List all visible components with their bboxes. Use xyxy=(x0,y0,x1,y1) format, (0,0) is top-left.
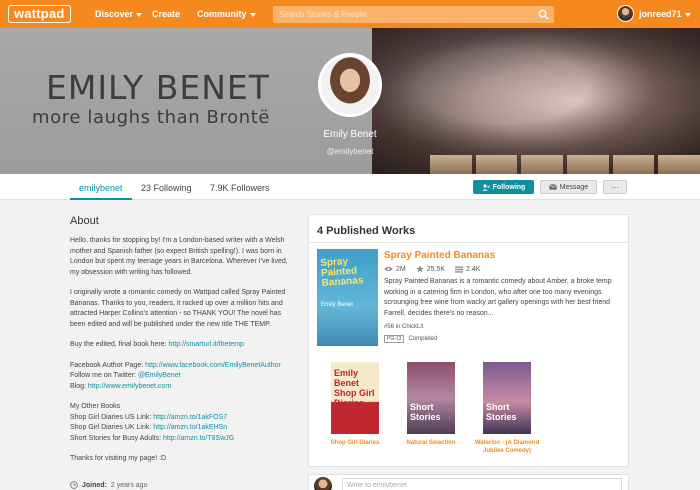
book-cover-title: Short Stories xyxy=(410,402,441,422)
book-cover: Short Stories xyxy=(407,362,455,434)
book-cover: Emily Benet Shop Girl Diaries xyxy=(331,362,379,434)
book-card[interactable]: Short Stories Waterloo - (A Diamond Jubi… xyxy=(473,362,541,455)
rating-badge: PG-13 xyxy=(384,335,405,343)
facebook-link[interactable]: http://www.facebook.com/EmilyBenetAuthor xyxy=(145,362,281,369)
clock-icon xyxy=(70,481,78,489)
featured-book-description: Spray Painted Bananas is a romantic come… xyxy=(384,278,612,317)
profile-handle: @emilybenet xyxy=(326,147,374,156)
book-cover: Short Stories xyxy=(483,362,531,434)
twitter-link[interactable]: @EmilyBenet xyxy=(138,372,181,379)
following-button[interactable]: Following xyxy=(473,180,534,194)
search-input[interactable] xyxy=(273,6,528,23)
star-icon xyxy=(415,265,424,273)
chevron-down-icon xyxy=(249,12,256,17)
user-menu[interactable]: jonreed71 xyxy=(639,9,691,19)
divider xyxy=(309,242,628,243)
eye-icon xyxy=(384,266,393,272)
uk-link[interactable]: http://amzn.to/1akEHSn xyxy=(153,424,227,431)
more-options-button[interactable]: ··· xyxy=(603,180,627,194)
envelope-icon xyxy=(548,184,557,190)
featured-book-meta: PG-13 Completed xyxy=(384,335,437,343)
parts-stat: 2.4K xyxy=(455,266,480,273)
chevron-down-icon xyxy=(136,12,143,17)
profile-name: Emily Benet xyxy=(323,129,377,140)
nav-community-label: Community xyxy=(197,9,247,19)
featured-cover-author: Emily Benet xyxy=(321,302,354,308)
book-cover-title: Short Stories xyxy=(486,402,517,422)
message-composer xyxy=(308,474,629,490)
featured-book-cover[interactable]: Spray Painted Bananas Emily Benet xyxy=(317,249,378,346)
list-icon xyxy=(455,266,464,273)
joined-value: 2 years ago xyxy=(110,481,148,489)
book-card[interactable]: Short Stories Natural Selection xyxy=(397,362,465,447)
reads-stat: 2M xyxy=(384,266,406,273)
votes-stat: 25.5K xyxy=(415,265,445,273)
book-title: Waterloo - (A Diamond Jubilee Comedy) xyxy=(474,440,540,454)
us-link[interactable]: http://amzn.to/1akFOS7 xyxy=(153,414,227,421)
works-heading: 4 Published Works xyxy=(317,225,416,237)
banner-tagline: more laughs than Brontë xyxy=(32,107,271,128)
book-title: Natural Selection xyxy=(406,440,456,446)
published-works-panel: 4 Published Works Spray Painted Bananas … xyxy=(308,214,629,467)
thanks-line: Thanks for visiting my page! :D xyxy=(70,455,167,462)
active-tab-indicator xyxy=(70,198,132,200)
about-paragraph: I originally wrote a romantic comedy on … xyxy=(70,289,286,328)
following-button-label: Following xyxy=(492,183,526,191)
top-navbar: wattpad Discover Create Community jonree… xyxy=(0,0,700,28)
social-links: Facebook Author Page: http://www.faceboo… xyxy=(70,361,281,390)
book-title: Shop Girl Diaries xyxy=(330,440,380,446)
nav-discover[interactable]: Discover xyxy=(95,9,143,19)
banner-title: EMILY BENET xyxy=(46,68,270,107)
book-cover-title: Emily Benet Shop Girl Diaries xyxy=(334,368,375,408)
featured-cover-title: Spray Painted Bananas xyxy=(319,256,364,289)
nav-community[interactable]: Community xyxy=(197,9,256,19)
book-card[interactable]: Emily Benet Shop Girl Diaries Shop Girl … xyxy=(321,362,389,447)
user-avatar[interactable] xyxy=(617,5,634,22)
username-label: jonreed71 xyxy=(639,9,682,19)
tab-followers[interactable]: 7.9K Followers xyxy=(210,183,270,193)
tab-following[interactable]: 23 Following xyxy=(141,183,192,193)
search-bar xyxy=(273,6,554,23)
profile-banner: EMILY BENET more laughs than Brontë Emil… xyxy=(0,28,700,174)
joined-info: Joined: 2 years ago xyxy=(70,481,147,489)
about-paragraph: Hello, thanks for stopping by! I'm a Lon… xyxy=(70,237,288,276)
blog-link[interactable]: http://www.emilybenet.com xyxy=(88,383,171,390)
featured-book-rank[interactable]: #56 in ChickLit xyxy=(384,324,423,330)
profile-avatar xyxy=(318,53,382,117)
message-button[interactable]: Message xyxy=(540,180,597,194)
buy-line: Buy the edited, final book here: http://… xyxy=(70,341,244,348)
joined-label: Joined: xyxy=(82,481,107,489)
other-books: My Other Books Shop Girl Diaries US Link… xyxy=(70,403,235,442)
nav-create[interactable]: Create xyxy=(152,9,180,19)
buy-link[interactable]: http://smarturl.it/thetemp xyxy=(168,341,243,348)
banner-photo-shading xyxy=(372,28,700,174)
search-icon[interactable] xyxy=(538,9,549,20)
featured-book-title[interactable]: Spray Painted Bananas xyxy=(384,250,495,261)
message-input[interactable] xyxy=(342,478,622,490)
short-stories-link[interactable]: http://amzn.to/T8SwJG xyxy=(163,435,234,442)
nav-discover-label: Discover xyxy=(95,9,134,19)
user-avatar xyxy=(314,477,332,490)
about-heading: About xyxy=(70,215,99,227)
status-label: Completed xyxy=(408,336,438,342)
featured-book-stats: 2M 25.5K 2.4K xyxy=(384,265,480,273)
message-button-label: Message xyxy=(559,183,589,191)
user-check-icon xyxy=(481,183,490,191)
about-body: Hello, thanks for stopping by! I'm a Lon… xyxy=(70,236,298,475)
chevron-down-icon xyxy=(684,12,691,17)
wattpad-logo[interactable]: wattpad xyxy=(8,5,71,23)
tab-about[interactable]: emilybenet xyxy=(79,183,123,193)
banner-books-strip xyxy=(430,155,700,174)
